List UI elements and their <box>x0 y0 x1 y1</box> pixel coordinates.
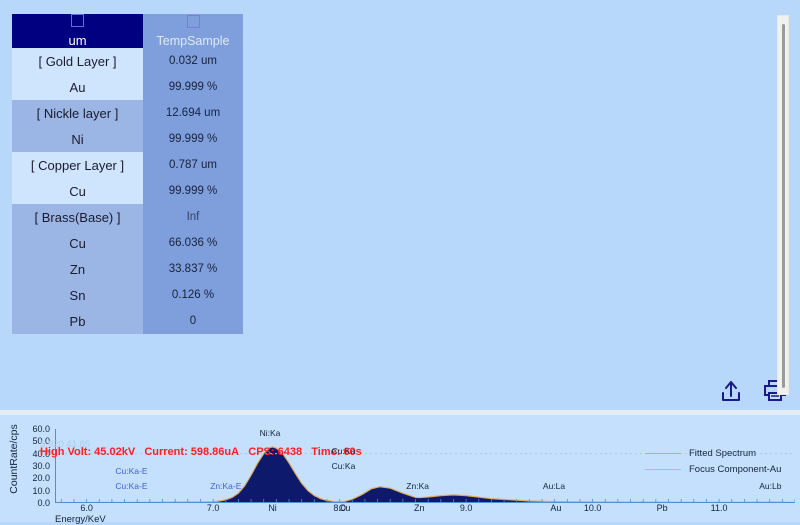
element-percent-cell: 99.999 % <box>143 178 243 204</box>
x-axis-tick-label: 11.0 <box>710 503 728 513</box>
x-axis-title: Energy/KeV <box>55 514 106 525</box>
y-axis-tick-label: 20.0 <box>32 473 50 484</box>
element-name-cell: Zn <box>12 256 143 282</box>
status-cps: CPS: 6438 <box>248 446 303 458</box>
x-axis-tick-label: 6.0 <box>80 503 93 513</box>
x-axis-tick-label: Zn <box>414 503 425 513</box>
peak-label: Zn:Ka <box>406 480 429 491</box>
element-percent-cell: 66.036 % <box>143 230 243 256</box>
peak-label: Cu:Ka <box>331 461 356 471</box>
table-row[interactable]: Pb 0 <box>12 308 243 334</box>
peak-label: Zn:Ka-E <box>210 480 242 491</box>
scrollbar-thumb[interactable] <box>782 24 785 388</box>
layer-name-cell: [ Copper Layer ] <box>12 152 143 178</box>
results-panel: um TempSample [ Gold Layer ] 0.032 um Au 99… <box>0 0 800 412</box>
table-row[interactable]: [ Brass(Base) ] Inf <box>12 204 243 230</box>
x-axis-tick-label: 10.0 <box>583 503 602 513</box>
legend-label: Focus Component-Au <box>689 463 782 475</box>
element-percent-cell: 33.837 % <box>143 256 243 282</box>
table-row[interactable]: [ Nickle layer ] 12.694 um <box>12 100 243 126</box>
y-axis-tick-label: 30.0 <box>32 461 50 471</box>
y-axis-tick-label: 60.0 <box>32 424 50 434</box>
layer-name-cell: [ Brass(Base) ] <box>12 204 143 230</box>
legend-item[interactable]: Fitted Spectrum <box>645 445 781 461</box>
table-header-row: um TempSample <box>12 14 243 48</box>
table-row[interactable]: Cu 66.036 % <box>12 230 243 256</box>
table-row[interactable]: Au 99.999 % <box>12 74 243 100</box>
legend-label: Fitted Spectrum <box>689 447 757 459</box>
table-row[interactable]: Cu 99.999 % <box>12 178 243 204</box>
element-percent-cell: 99.999 % <box>143 74 243 100</box>
element-percent-cell: 0.126 % <box>143 282 243 308</box>
x-axis-tick-label: Au <box>550 503 562 513</box>
layer-results-table: um TempSample [ Gold Layer ] 0.032 um Au 99… <box>12 14 243 334</box>
chart-legend: Fitted Spectrum Focus Component-Au <box>645 445 781 477</box>
table-row[interactable]: [ Gold Layer ] 0.032 um <box>12 48 243 74</box>
table-row[interactable]: Zn 33.837 % <box>12 256 243 282</box>
table-row[interactable]: Sn 0.126 % <box>12 282 243 308</box>
column-header-units-label: um <box>68 33 87 48</box>
status-current: Current: 598.86uA <box>144 446 240 458</box>
x-axis-tick-label: 7.0 <box>206 503 220 513</box>
element-name-cell: Cu <box>12 178 143 204</box>
table-row[interactable]: [ Copper Layer ] 0.787 um <box>12 152 243 178</box>
x-axis-tick-label: Cu <box>338 503 351 513</box>
element-name-cell: Pb <box>12 308 143 334</box>
y-axis-tick-label: 0.0 <box>37 498 50 508</box>
vertical-scrollbar[interactable] <box>777 15 789 395</box>
column-header-sample[interactable]: TempSample <box>143 14 243 48</box>
acquisition-status-line: High Volt: 45.02kV Current: 598.86uA CPS… <box>40 446 362 458</box>
element-name-cell: Sn <box>12 282 143 308</box>
peak-label: Ni:Ka <box>259 427 281 438</box>
status-high-volt: High Volt: 45.02kV <box>40 446 136 458</box>
column-header-units[interactable]: um <box>12 14 143 48</box>
y-axis-tick-label: 10.0 <box>32 485 50 496</box>
element-percent-cell: 0 <box>143 308 243 334</box>
legend-color-swatch <box>645 452 681 454</box>
layer-thickness-cell: Inf <box>143 204 243 230</box>
upload-export-icon[interactable] <box>718 378 744 404</box>
y-axis-title: CountRate/cps <box>8 424 20 494</box>
peak-label: Cu:Ka-E <box>115 480 148 491</box>
element-name-cell: Au <box>12 74 143 100</box>
element-name-cell: Cu <box>12 230 143 256</box>
layer-thickness-cell: 0.032 um <box>143 48 243 74</box>
layer-name-cell: [ Gold Layer ] <box>12 48 143 74</box>
x-axis-tick-label: 9.0 <box>459 503 473 513</box>
legend-color-swatch <box>645 468 681 470</box>
x-axis-tick-label: Ni <box>268 503 277 513</box>
column-header-sample-label: TempSample <box>156 33 230 48</box>
table-row[interactable]: Ni 99.999 % <box>12 126 243 152</box>
peak-label: Au:Lb <box>759 480 782 491</box>
layer-thickness-cell: 0.787 um <box>143 152 243 178</box>
table-body: [ Gold Layer ] 0.032 um Au 99.999 %[ Nickle… <box>12 48 243 334</box>
checkbox-unchecked-icon[interactable] <box>186 14 200 28</box>
layer-name-cell: [ Nickle layer ] <box>12 100 143 126</box>
layer-thickness-cell: 12.694 um <box>143 100 243 126</box>
peak-label: Au:La <box>542 480 566 491</box>
element-name-cell: Ni <box>12 126 143 152</box>
checkbox-unchecked-icon[interactable] <box>71 14 84 27</box>
x-axis-tick-label: Pb <box>656 503 668 513</box>
peak-label: Cu:Ka-E <box>115 465 148 476</box>
table-header: um TempSample <box>12 14 243 48</box>
element-percent-cell: 99.999 % <box>143 126 243 152</box>
peak-label: Cu:Ka <box>331 446 356 457</box>
legend-item[interactable]: Focus Component-Au <box>645 461 781 477</box>
